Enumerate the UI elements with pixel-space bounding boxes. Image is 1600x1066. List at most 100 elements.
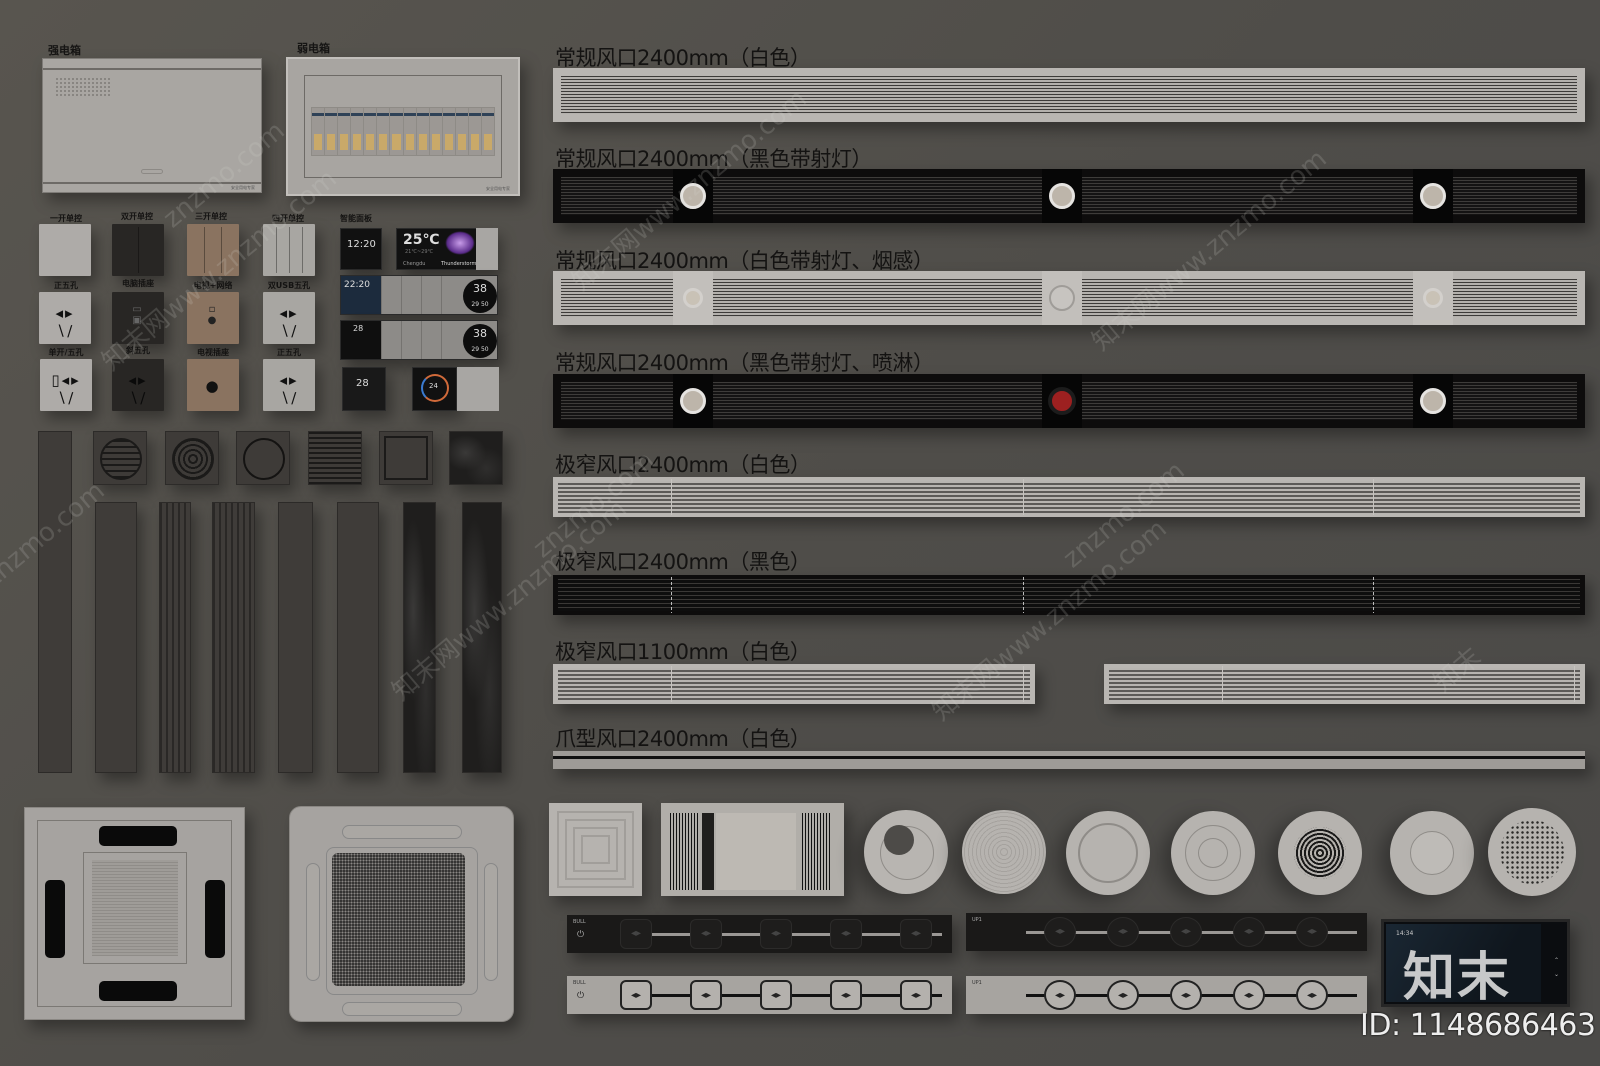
spotlight-icon[interactable] [680,183,706,209]
panel-key[interactable] [401,321,421,359]
round-diffuser-radial[interactable] [1278,811,1362,895]
socket-dual-usb[interactable]: ◂▸ ∖∕ [263,292,315,344]
linear-drain[interactable] [95,502,137,773]
socket-computer[interactable]: ▭ ▣ [112,292,164,344]
track-outlet[interactable]: ◂▸ [620,980,652,1010]
track-outlet[interactable]: ◂▸ [1044,980,1076,1010]
spotlight-icon[interactable] [1420,388,1446,414]
floor-drain-tile[interactable] [379,431,433,485]
round-diffuser-step[interactable] [1171,811,1255,895]
linear-drain-grate-wide[interactable] [212,502,255,773]
panel-key[interactable] [421,276,441,314]
switch-4gang[interactable] [263,224,315,276]
switch-2gang[interactable] [112,224,164,276]
socket-angled-5hole[interactable]: ◂▸ ∖∕ [112,359,164,411]
smart-panel-keys[interactable] [457,367,499,411]
round-diffuser-plain[interactable] [1066,811,1150,895]
spotlight-icon[interactable] [1423,288,1443,308]
air-vent-claw[interactable] [553,751,1585,769]
floor-drain-slots[interactable] [93,431,147,485]
air-vent-white[interactable] [553,271,1585,325]
power-track-black[interactable]: BULL ⏻ ◂▸ ◂▸ ◂▸ ◂▸ ◂▸ [567,915,952,953]
panel-key[interactable] [401,276,421,314]
linear-drain-long[interactable] [38,431,72,773]
air-vent-narrow-white-short[interactable] [553,664,1035,704]
track-outlet[interactable]: ◂▸ [620,919,652,949]
bath-heater[interactable] [661,803,844,896]
socket-5hole-2[interactable]: ◂▸ ∖∕ [263,359,315,411]
track-outlet[interactable]: ◂▸ [830,919,862,949]
track-outlet[interactable]: ◂▸ [830,980,862,1010]
panel-key[interactable] [381,276,401,314]
floor-drain-marble[interactable] [449,431,503,485]
linear-drain-marble-wide[interactable] [462,502,502,773]
cassette-ac-slotted[interactable] [24,807,245,1020]
track-outlet[interactable]: ◂▸ [1170,917,1202,947]
panel-key[interactable] [381,321,401,359]
smart-panel-key[interactable] [476,228,498,270]
smart-panel-home[interactable]: 22:20 38 29 50 [340,275,498,315]
socket-5hole[interactable]: ◂▸ ∖∕ [39,292,91,344]
track-outlet[interactable]: ◂▸ [1233,980,1265,1010]
track-outlet[interactable]: ◂▸ [1233,917,1265,947]
power-button-icon[interactable]: ⏻ [577,930,584,940]
tablet-nav-icons[interactable]: ⌃ ⌄ [1554,954,1559,982]
floor-drain-round[interactable] [236,431,290,485]
floor-drain-grate[interactable] [308,431,362,485]
panel-key[interactable] [441,321,461,359]
sprinkler-icon[interactable] [1048,387,1076,415]
dial-display[interactable]: 38 29 50 [463,324,497,358]
track-outlet[interactable]: ◂▸ [690,980,722,1010]
track-outlet[interactable]: ◂▸ [1170,980,1202,1010]
linear-drain-marble[interactable] [403,502,436,773]
air-vent-narrow-black[interactable] [553,575,1585,615]
linear-drain-grate[interactable] [159,502,191,773]
strong-electric-box[interactable]: 安全用电专家 [42,58,262,193]
air-vent-narrow-white[interactable] [553,477,1585,517]
track-outlet[interactable]: ◂▸ [760,919,792,949]
linear-drain-tile-wide[interactable] [337,502,379,773]
cassette-ac-mesh[interactable] [289,806,514,1022]
spotlight-icon[interactable] [683,288,703,308]
spotlight-icon[interactable] [1420,183,1446,209]
power-button-icon[interactable]: ⏻ [577,991,584,1001]
round-diffuser-eyeball[interactable] [864,810,948,894]
smart-panel-ac[interactable]: 28 [342,367,386,411]
track-outlet[interactable]: ◂▸ [1296,980,1328,1010]
weak-electric-box[interactable]: 安全用电专家 [286,57,520,196]
smart-panel-clock[interactable]: 12:20 [340,228,382,270]
track-outlet[interactable]: ◂▸ [1296,917,1328,947]
smoke-detector-icon[interactable] [1049,285,1075,311]
smart-panel-ring[interactable]: 24 [412,367,457,411]
switch-3gang[interactable] [187,224,239,276]
socket-tv[interactable]: ● [187,359,239,411]
track-outlet[interactable]: ◂▸ [900,919,932,949]
dial-display[interactable]: 38 29 50 [463,279,497,313]
air-vent-white[interactable] [553,68,1585,122]
socket-tv-network[interactable]: ▫ ● [187,292,239,344]
track-outlet[interactable]: ◂▸ [1044,917,1076,947]
track-outlet[interactable]: ◂▸ [1107,917,1139,947]
power-track-white[interactable]: UP1 ◂▸ ◂▸ ◂▸ ◂▸ ◂▸ [966,976,1367,1014]
panel-key[interactable] [441,276,461,314]
round-diffuser-concentric[interactable] [962,810,1046,894]
track-outlet[interactable]: ◂▸ [900,980,932,1010]
power-track-black[interactable]: UP1 ◂▸ ◂▸ ◂▸ ◂▸ ◂▸ [966,913,1367,951]
air-vent-black[interactable] [553,169,1585,223]
floor-drain-radial[interactable] [165,431,219,485]
track-outlet[interactable]: ◂▸ [760,980,792,1010]
switch-1gang[interactable] [39,224,91,276]
smart-panel-thermo[interactable]: 28 38 29 50 [340,320,498,360]
track-outlet[interactable]: ◂▸ [690,919,722,949]
square-diffuser[interactable] [549,803,642,896]
track-outlet[interactable]: ◂▸ [1107,980,1139,1010]
panel-key[interactable] [421,321,441,359]
spotlight-icon[interactable] [1049,183,1075,209]
spotlight-icon[interactable] [680,388,706,414]
air-vent-narrow-white-short[interactable] [1104,664,1585,704]
air-vent-black[interactable] [553,374,1585,428]
round-diffuser-dome[interactable] [1390,811,1474,895]
socket-switch-5hole[interactable]: ▯◂▸ ∖∕ [40,359,92,411]
power-track-white[interactable]: BULL ⏻ ◂▸ ◂▸ ◂▸ ◂▸ ◂▸ [567,976,952,1014]
linear-drain-tile[interactable] [278,502,313,773]
